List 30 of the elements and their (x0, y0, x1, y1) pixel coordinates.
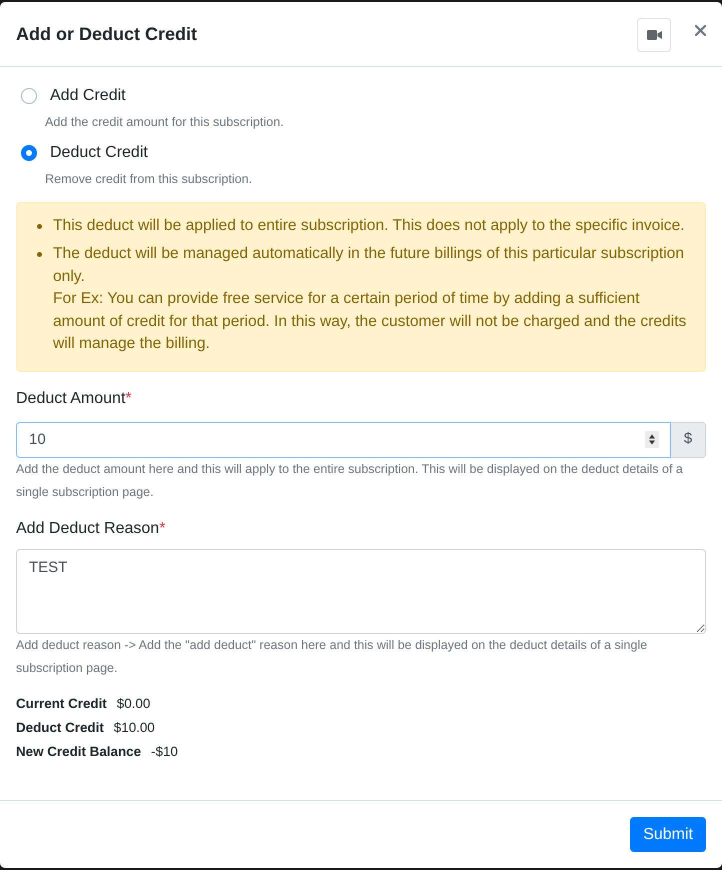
radio-button[interactable] (21, 88, 37, 104)
summary-label: New Credit Balance (16, 742, 142, 760)
field-label: Add Deduct Reason* (16, 518, 166, 538)
radio-button[interactable] (21, 145, 37, 161)
notice-text: For Ex: You can provide free service for a certain period of time by adding a sufficient amount of credit for that period. In this way, the customer will not be charged and the credits will manage the billing. (53, 289, 688, 354)
spinner-icon[interactable] (645, 430, 659, 448)
summary-value: -$10 (151, 742, 178, 760)
bullet-icon (37, 224, 42, 229)
summary-value: $0.00 (116, 694, 150, 712)
summary-label: Deduct Credit (16, 718, 104, 736)
video-camera-icon (646, 30, 662, 40)
notice-text: The deduct will be managed automatically in the future billings of this particular subscription only. (53, 244, 686, 286)
help-text: Add deduct reason -> Add the "add deduct" reason here and this will be displayed on the deduct details of a single subscription page. (16, 636, 648, 677)
summary-value: $10.00 (114, 718, 155, 736)
summary-label: Current Credit (16, 694, 107, 712)
currency-addon: $ (671, 422, 706, 458)
option-hint: Remove credit from this subscription. (45, 171, 254, 188)
option-hint: Add the credit amount for this subscription. (45, 114, 285, 131)
amount-input[interactable]: 10 (16, 422, 671, 458)
dialog-title: Add or Deduct Credit (16, 22, 198, 46)
bullet-icon (37, 252, 42, 257)
reason-textarea[interactable]: TEST (16, 548, 706, 634)
field-label: Deduct Amount* (16, 388, 133, 408)
submit-button[interactable]: Submit (630, 817, 706, 852)
help-text: Add the deduct amount here and this will apply to the entire subscription. This will be displayed on the deduct details of a single subscription page. (16, 460, 684, 501)
radio-label[interactable]: Deduct Credit (50, 141, 148, 165)
notice-text: This deduct will be applied to entire subscription. This does not apply to the specific invoice. (53, 216, 686, 236)
video-button[interactable] (637, 18, 671, 52)
close-icon[interactable] (695, 24, 706, 36)
radio-label[interactable]: Add Credit (50, 84, 126, 108)
